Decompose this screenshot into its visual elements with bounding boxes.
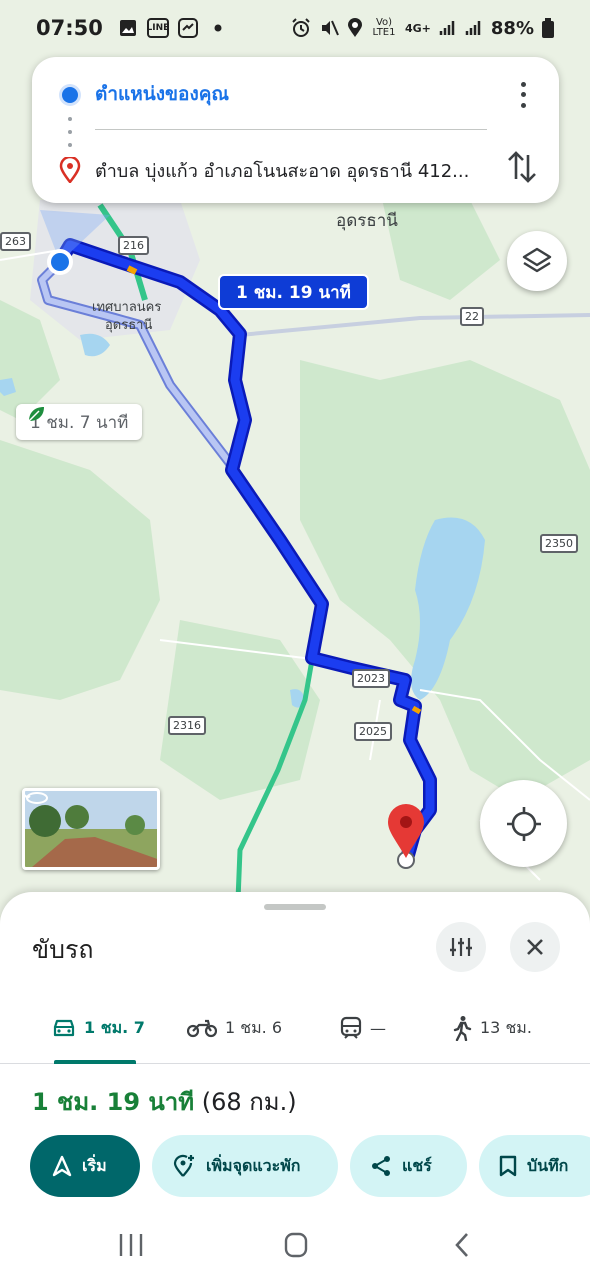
tune-icon bbox=[450, 938, 472, 956]
add-stop-label: เพิ่มจุดแวะพัก bbox=[206, 1155, 301, 1175]
alternative-route-duration-label[interactable]: 1 ชม. 7 นาที bbox=[16, 404, 143, 440]
recent-apps-icon[interactable] bbox=[118, 1230, 144, 1260]
close-button[interactable] bbox=[510, 922, 560, 972]
bookmark-icon bbox=[499, 1155, 517, 1177]
travel-mode-title: ขับรถ bbox=[32, 935, 94, 964]
volte-indicator: Vo) LTE1 bbox=[372, 17, 396, 38]
messenger-icon bbox=[177, 18, 199, 38]
share-icon bbox=[372, 1156, 390, 1176]
gallery-icon bbox=[117, 18, 139, 38]
sheet-drag-handle[interactable] bbox=[264, 904, 326, 910]
tab-motorbike-label: 1 ชม. 6 bbox=[225, 1017, 283, 1037]
train-icon bbox=[340, 1016, 362, 1039]
walk-icon bbox=[453, 1016, 472, 1041]
start-button-label: เริ่ม bbox=[82, 1155, 107, 1175]
location-icon bbox=[348, 18, 362, 37]
origin-dot-icon bbox=[62, 87, 78, 103]
selected-route-duration-text: 1 ชม. 19 นาที bbox=[236, 282, 351, 303]
tab-walking[interactable]: 13 ชม. bbox=[452, 992, 532, 1064]
tab-transit-label: — bbox=[370, 1018, 386, 1038]
travel-mode-tabs: 1 ชม. 7 1 ชม. 6 — 13 ชม. bbox=[0, 992, 590, 1064]
navigation-arrow-icon bbox=[52, 1155, 72, 1177]
signal-strength-2-icon bbox=[465, 21, 481, 35]
status-indicators: Vo) LTE1 4G+ 88% bbox=[291, 18, 554, 39]
road-shield-2025: 2025 bbox=[354, 722, 392, 741]
road-shield-2316: 2316 bbox=[168, 716, 206, 735]
rotate-360-icon bbox=[25, 792, 48, 804]
road-shield-22: 22 bbox=[460, 307, 484, 326]
selected-route-duration-label[interactable]: 1 ชม. 19 นาที bbox=[218, 274, 369, 310]
back-icon[interactable] bbox=[452, 1230, 472, 1260]
my-location-button[interactable] bbox=[480, 780, 567, 867]
road-shield-263: 263 bbox=[0, 232, 31, 251]
route-options-button[interactable] bbox=[436, 922, 486, 972]
selected-tab-indicator bbox=[54, 1060, 136, 1064]
add-stop-button[interactable]: เพิ่มจุดแวะพัก bbox=[152, 1135, 338, 1197]
line-app-icon: LINE bbox=[146, 18, 169, 38]
alarm-icon bbox=[292, 18, 310, 37]
share-label: แชร์ bbox=[402, 1155, 432, 1175]
add-location-icon bbox=[173, 1154, 194, 1177]
destination-pin-icon bbox=[59, 157, 81, 183]
signal-strength-icon bbox=[439, 21, 455, 35]
origin-field[interactable]: ตำแหน่งของคุณ bbox=[95, 79, 229, 109]
mute-icon bbox=[322, 20, 339, 36]
eco-leaf-icon bbox=[28, 407, 44, 422]
save-label: บันทึก bbox=[527, 1155, 569, 1175]
map-layers-button[interactable] bbox=[507, 231, 567, 291]
action-buttons-row: เริ่ม เพิ่มจุดแวะพัก แชร์ บันทึก bbox=[30, 1135, 590, 1197]
directions-route-card: ตำแหน่งของคุณ ตำบล บุ่งแก้ว อำเภอโนนสะอา… bbox=[32, 57, 559, 203]
route-duration: 1 ชม. 19 นาที bbox=[32, 1088, 195, 1116]
tab-walking-label: 13 ชม. bbox=[480, 1017, 532, 1037]
layers-icon bbox=[522, 247, 552, 273]
road-shield-216: 216 bbox=[118, 236, 149, 255]
status-bar: 07:50 LINE Vo) LTE1 4G+ 88% bbox=[0, 0, 590, 56]
tab-driving-label: 1 ชม. 7 bbox=[84, 1017, 145, 1037]
directions-bottom-sheet: ขับรถ 1 ชม. 7 1 ชม. 6 — 13 ชม. 1 ชม. 19 … bbox=[0, 892, 590, 1280]
road-shield-2350: 2350 bbox=[540, 534, 578, 553]
battery-icon bbox=[542, 18, 554, 38]
route-summary: 1 ชม. 19 นาที (68 กม.) bbox=[32, 1082, 297, 1121]
city-label: อุดรธานี bbox=[336, 211, 398, 231]
motorbike-icon bbox=[187, 1019, 217, 1038]
tab-transit[interactable]: — bbox=[340, 992, 386, 1064]
municipality-label-line2: อุดรธานี bbox=[105, 318, 153, 333]
status-time: 07:50 bbox=[36, 16, 103, 40]
route-distance: (68 กม.) bbox=[201, 1088, 297, 1116]
battery-percent: 88% bbox=[490, 17, 534, 39]
swap-origin-destination-button[interactable] bbox=[505, 149, 539, 185]
card-divider bbox=[95, 129, 487, 130]
tab-motorbike[interactable]: 1 ชม. 6 bbox=[187, 992, 282, 1064]
network-type: 4G+ bbox=[405, 21, 431, 35]
route-connector-dots bbox=[68, 117, 72, 147]
car-icon bbox=[53, 1019, 75, 1037]
destination-field[interactable]: ตำบล บุ่งแก้ว อำเภอโนนสะอาด อุดรธานี 412… bbox=[95, 156, 495, 185]
tab-driving[interactable]: 1 ชม. 7 bbox=[52, 992, 145, 1064]
start-navigation-button[interactable]: เริ่ม bbox=[30, 1135, 140, 1197]
save-button[interactable]: บันทึก bbox=[479, 1135, 590, 1197]
share-button[interactable]: แชร์ bbox=[350, 1135, 467, 1197]
notification-dot-icon bbox=[207, 18, 229, 38]
crosshair-location-icon bbox=[506, 806, 541, 841]
road-shield-2023: 2023 bbox=[352, 669, 390, 688]
system-navigation-bar bbox=[0, 1212, 590, 1280]
more-options-button[interactable] bbox=[509, 79, 537, 111]
street-view-thumbnail[interactable] bbox=[22, 788, 160, 870]
home-icon[interactable] bbox=[284, 1230, 308, 1260]
close-icon bbox=[527, 939, 543, 955]
